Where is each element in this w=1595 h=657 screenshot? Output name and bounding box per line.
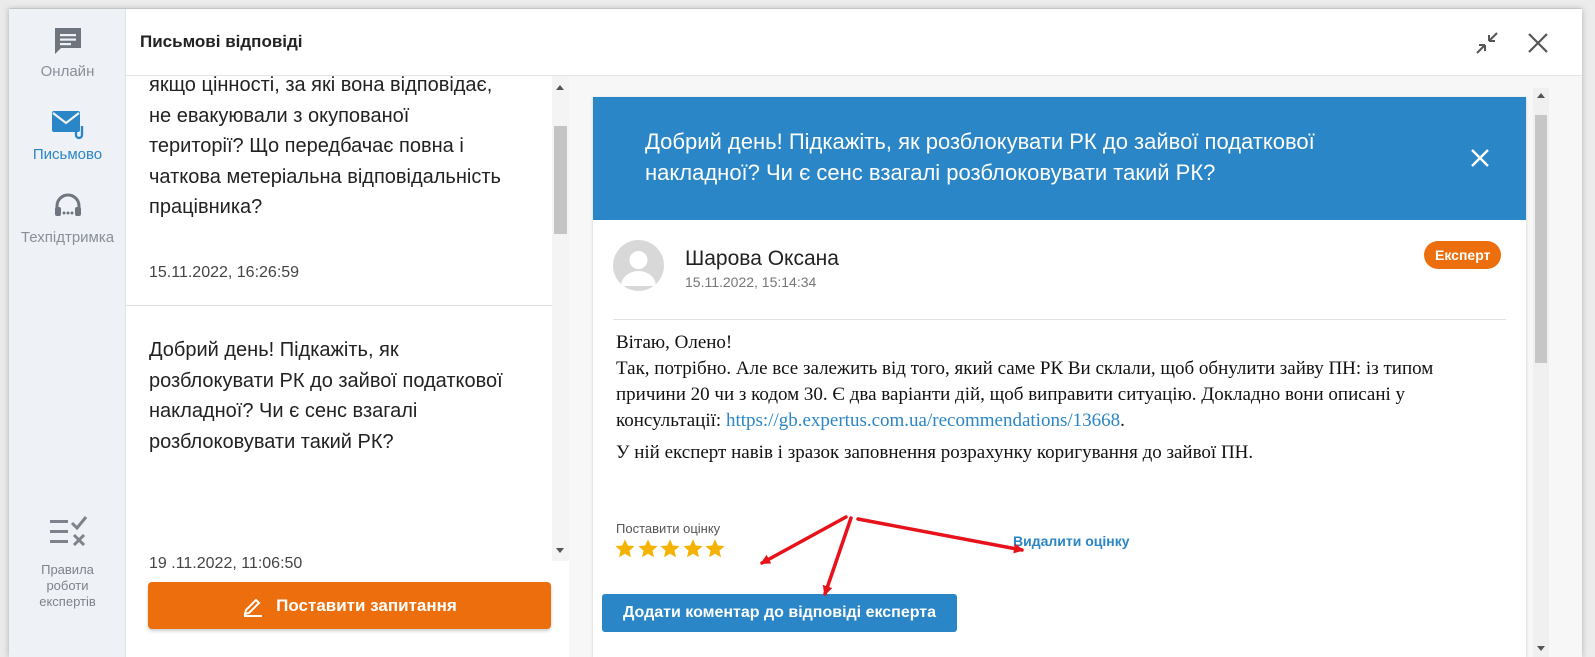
answer-panel: Добрий день! Підкажіть, як розблокувати … bbox=[569, 76, 1582, 657]
author-name: Шарова Оксана bbox=[685, 247, 839, 270]
consultation-link[interactable]: https://gb.expertus.com.ua/recommendatio… bbox=[726, 410, 1120, 431]
background-toolbar bbox=[0, 0, 1595, 9]
answer-paragraph: У ній експерт навів і зразок заповнення … bbox=[616, 442, 1254, 463]
question-list: якщо цінності, за які вона відповідає, н… bbox=[126, 76, 569, 657]
question-list-scrollbar[interactable] bbox=[552, 76, 569, 561]
rail-item-rules[interactable]: Правила роботи експертів bbox=[9, 514, 126, 610]
rules-line-2: роботи bbox=[46, 578, 89, 593]
rate-label: Поставити оцінку bbox=[616, 521, 721, 536]
answer-panel-scrollbar[interactable] bbox=[1533, 88, 1549, 657]
question-date: 19 .11.2022, 11:06:50 bbox=[149, 555, 303, 572]
delete-rating-link[interactable]: Видалити оцінку bbox=[1013, 533, 1130, 549]
collapse-arrows-icon bbox=[1476, 32, 1498, 54]
answer-body: Вітаю, Олено! Так, потрібно. Але все зал… bbox=[616, 330, 1506, 466]
question-date: 15.11.2022, 16:26:59 bbox=[149, 264, 300, 281]
user-silhouette-icon bbox=[621, 251, 656, 286]
scroll-down-arrow-icon[interactable] bbox=[556, 548, 564, 553]
answer-author: Шарова Оксана 15.11.2022, 15:14:34 Експе… bbox=[613, 240, 1506, 320]
background-right-edge bbox=[1582, 0, 1595, 657]
question-card[interactable]: Добрий день! Підкажіть, як розблокувати … bbox=[126, 307, 552, 577]
answer-text-end: . bbox=[1120, 410, 1125, 431]
scroll-up-arrow-icon[interactable] bbox=[556, 85, 564, 90]
background-left-edge bbox=[0, 0, 9, 657]
rail-item-label: Техпідтримка bbox=[20, 229, 115, 246]
pencil-icon bbox=[243, 598, 263, 617]
scroll-down-arrow-icon[interactable] bbox=[1537, 646, 1545, 651]
rail-item-label: Онлайн bbox=[40, 63, 95, 80]
question-card[interactable]: якщо цінності, за які вона відповідає, н… bbox=[126, 76, 552, 306]
headset-icon bbox=[54, 193, 81, 216]
star-icon[interactable] bbox=[682, 538, 704, 560]
rail-item-online[interactable]: Онлайн bbox=[9, 25, 126, 80]
checklist-icon bbox=[49, 516, 87, 547]
ask-question-button[interactable]: Поставити запитання bbox=[148, 582, 551, 629]
rules-line-3: експертів bbox=[39, 594, 96, 609]
star-icon[interactable] bbox=[614, 538, 636, 560]
envelope-attachment-icon bbox=[51, 111, 83, 140]
star-rating[interactable] bbox=[614, 538, 727, 562]
star-icon[interactable] bbox=[637, 538, 659, 560]
ask-question-label: Поставити запитання bbox=[276, 595, 457, 615]
answer-card: Добрий день! Підкажіть, як розблокувати … bbox=[593, 97, 1526, 657]
close-answer-button[interactable] bbox=[1470, 148, 1490, 168]
close-widget-button[interactable] bbox=[1524, 29, 1552, 57]
star-icon[interactable] bbox=[704, 538, 726, 560]
answer-greeting: Вітаю, Олено! bbox=[616, 332, 733, 353]
rail-item-written[interactable]: Письмово bbox=[9, 108, 126, 163]
close-icon bbox=[1471, 149, 1489, 167]
question-text: Добрий день! Підкажіть, як розблокувати … bbox=[149, 339, 503, 453]
expert-badge: Експерт bbox=[1424, 241, 1502, 269]
chat-bubble-icon bbox=[54, 28, 81, 54]
add-comment-button[interactable]: Додати коментар до відповіді експерта bbox=[602, 594, 957, 632]
page-title: Письмові відповіді bbox=[140, 32, 303, 51]
author-date: 15.11.2022, 15:14:34 bbox=[685, 274, 817, 290]
question-banner-text: Добрий день! Підкажіть, як розблокувати … bbox=[645, 129, 1315, 185]
question-banner: Добрий день! Підкажіть, як розблокувати … bbox=[593, 97, 1526, 220]
rail-item-support[interactable]: Техпідтримка bbox=[9, 191, 126, 246]
collapse-button[interactable] bbox=[1473, 29, 1501, 57]
rail-item-label: Письмово bbox=[32, 146, 103, 163]
close-icon bbox=[1528, 33, 1548, 53]
rules-line-1: Правила bbox=[41, 562, 94, 577]
scrollbar-thumb[interactable] bbox=[1535, 115, 1547, 363]
widget-header: Письмові відповіді bbox=[126, 9, 1582, 76]
avatar bbox=[613, 240, 664, 291]
scroll-up-arrow-icon[interactable] bbox=[1537, 93, 1545, 98]
side-rail: Онлайн Письмово Техпідтримка Правила роб… bbox=[9, 9, 126, 657]
star-icon[interactable] bbox=[659, 538, 681, 560]
written-answers-widget: Онлайн Письмово Техпідтримка Правила роб… bbox=[9, 9, 1582, 657]
scrollbar-thumb[interactable] bbox=[554, 126, 567, 234]
question-text: якщо цінності, за які вона відповідає, н… bbox=[149, 76, 501, 218]
